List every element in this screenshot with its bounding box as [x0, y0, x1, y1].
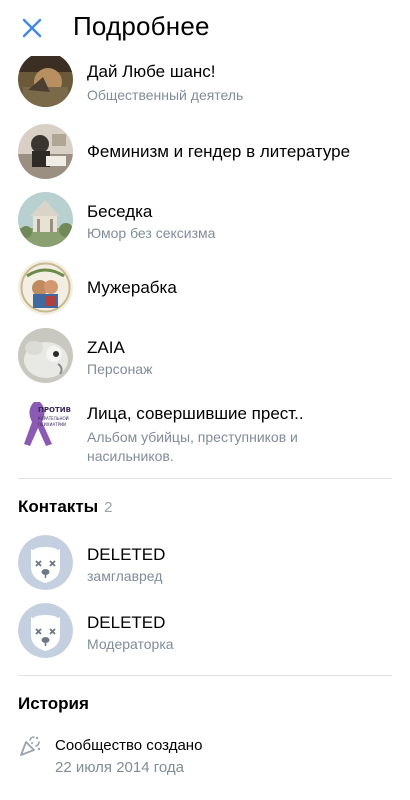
link-subtitle-line1: Альбом убийцы, преступников и [87, 429, 298, 445]
avatar-criminals: ПРОТИВ КАРАТЕЛЬНОЙ ПСИХИАТРИИ [18, 396, 73, 451]
party-popper-icon [18, 734, 42, 758]
avatar-ribbon-text-mid: КАРАТЕЛЬНОЙ [38, 416, 69, 421]
history-date: 22 июля 2014 года [55, 759, 184, 776]
contacts-count: 2 [104, 499, 113, 516]
avatar-feminism [18, 124, 73, 179]
contact-item[interactable]: DELETED замглавред [0, 535, 410, 603]
avatar-ribbon-text-bot: ПСИХИАТРИИ [38, 422, 66, 427]
details-content: Дай Любе шанс! Общественный деятель Феми… [0, 0, 410, 800]
link-subtitle: Общественный деятель [87, 87, 244, 103]
link-title: Беседка [87, 202, 153, 221]
contact-item[interactable]: DELETED Модераторка [0, 603, 410, 671]
page-title: Подробнее [73, 11, 210, 41]
link-subtitle: Юмор без сексизма [87, 225, 216, 241]
contacts-section-title: Контакты 2 [18, 497, 113, 517]
link-item-lyuba[interactable]: Дай Любе шанс! Общественный деятель [0, 52, 410, 120]
contact-name: DELETED [87, 545, 166, 564]
link-item-zaia[interactable]: ZAIA Персонаж [0, 328, 410, 396]
link-title: Дай Любе шанс! [87, 62, 216, 81]
link-title: Феминизм и гендер в литературе [87, 142, 351, 161]
link-title: ZAIA [87, 338, 125, 357]
history-section-title: История [18, 694, 89, 713]
link-subtitle-line2: насильников. [87, 448, 174, 464]
contact-name: DELETED [87, 613, 166, 632]
deleted-user-avatar [18, 603, 73, 658]
link-title: Лица, совершившие прест.. [87, 404, 304, 423]
avatar-zaia [18, 328, 73, 383]
history-event: Сообщество создано [55, 737, 203, 754]
close-icon [22, 18, 42, 38]
divider [18, 478, 392, 479]
top-bar: Подробнее [0, 0, 410, 56]
contact-role: Модераторка [87, 636, 174, 652]
link-title: Мужерабка [87, 278, 177, 297]
link-item-besedka[interactable]: Беседка Юмор без сексизма [0, 192, 410, 260]
link-subtitle: Персонаж [87, 361, 153, 377]
deleted-user-avatar [18, 535, 73, 590]
contact-role: замглавред [87, 568, 163, 584]
contacts-title: Контакты [18, 497, 99, 516]
link-item-criminals[interactable]: ПРОТИВ КАРАТЕЛЬНОЙ ПСИХИАТРИИ Лица, сове… [0, 396, 410, 472]
avatar-besedka [18, 192, 73, 247]
close-button[interactable] [14, 10, 50, 46]
avatar-ribbon-text-top: ПРОТИВ [38, 406, 71, 414]
link-item-muzherabka[interactable]: Мужерабка [0, 260, 410, 328]
link-item-feminism[interactable]: Феминизм и гендер в литературе [0, 124, 410, 192]
avatar-lyuba [18, 52, 73, 107]
avatar-muzherabka [18, 260, 73, 315]
divider [18, 675, 392, 676]
